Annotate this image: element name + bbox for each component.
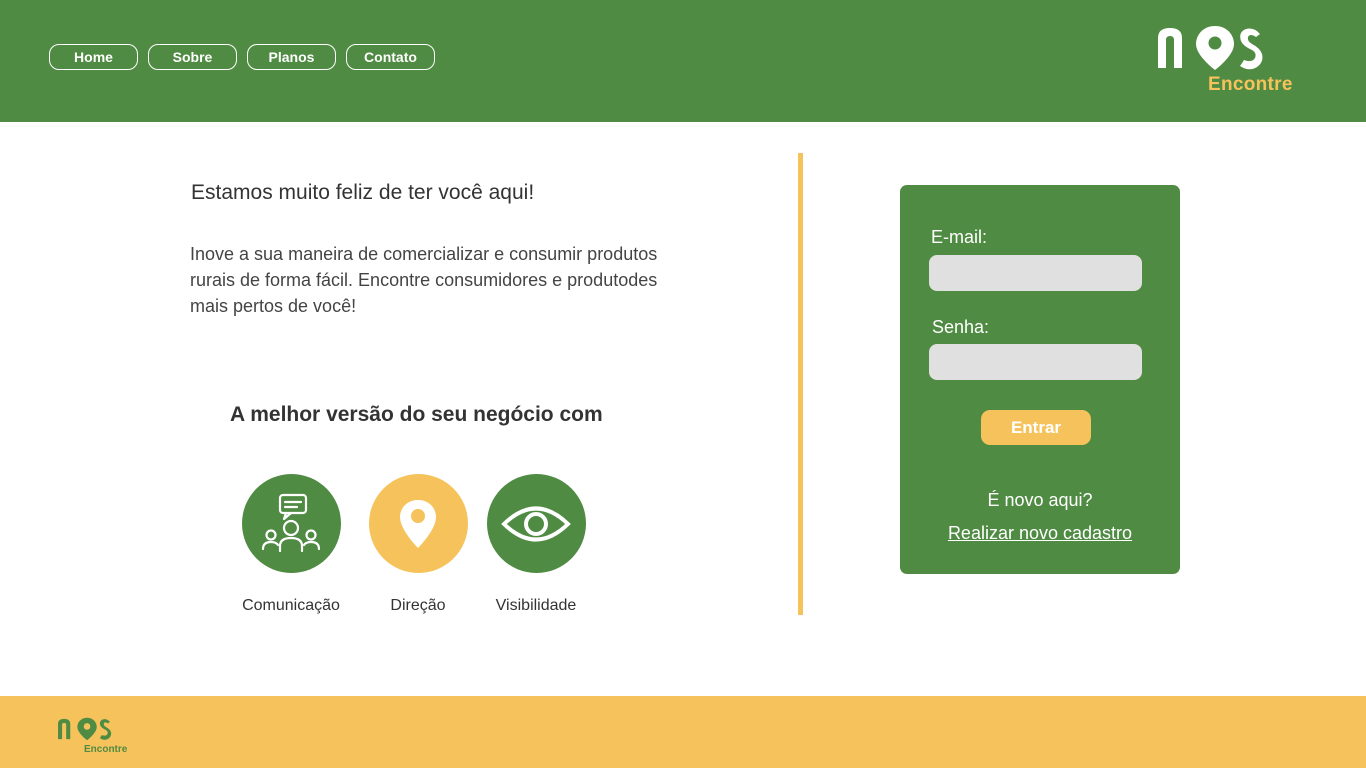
email-field[interactable]: [929, 255, 1142, 291]
brand-logo[interactable]: Encontre: [1156, 24, 1306, 96]
footer-logo-mark-icon: [58, 717, 112, 741]
location-pin-icon: [368, 474, 468, 573]
nav-planos-button[interactable]: Planos: [247, 44, 336, 70]
feature-comunicacao: Comunicação: [231, 474, 351, 615]
new-here-text: É novo aqui?: [987, 490, 1093, 510]
login-submit-button[interactable]: Entrar: [981, 410, 1091, 445]
welcome-title: Estamos muito feliz de ter você aqui!: [191, 181, 535, 204]
logo-mark-icon: [1158, 26, 1263, 70]
site-header: Home Sobre Planos Contato Encontre: [0, 0, 1366, 122]
intro-text: Inove a sua maneira de comercializar e c…: [190, 244, 658, 316]
feature-label: Comunicação: [242, 597, 340, 614]
feature-label: Visibilidade: [495, 597, 577, 614]
footer-logo-word: Encontre: [84, 744, 128, 755]
main-nav: Home Sobre Planos Contato: [49, 44, 435, 70]
nav-home-button[interactable]: Home: [49, 44, 138, 70]
eye-icon: [486, 474, 586, 573]
feature-direcao: Direção: [358, 474, 478, 615]
people-chat-icon: [241, 474, 341, 573]
nav-sobre-button[interactable]: Sobre: [148, 44, 237, 70]
footer-logo[interactable]: Encontre: [57, 716, 137, 756]
login-form: E-mail: Senha: Entrar É novo aqui? Reali…: [900, 185, 1180, 574]
password-field[interactable]: [929, 344, 1142, 380]
register-link[interactable]: Realizar novo cadastro: [900, 523, 1180, 544]
logo-word: Encontre: [1208, 74, 1293, 95]
password-label: Senha:: [932, 317, 990, 337]
vertical-divider: [798, 153, 803, 615]
feature-label: Direção: [390, 597, 446, 614]
features-title: A melhor versão do seu negócio com: [230, 403, 603, 426]
nav-contato-button[interactable]: Contato: [346, 44, 435, 70]
feature-visibilidade: Visibilidade: [476, 474, 596, 615]
site-footer: Encontre: [0, 696, 1366, 768]
email-label: E-mail:: [931, 227, 988, 247]
